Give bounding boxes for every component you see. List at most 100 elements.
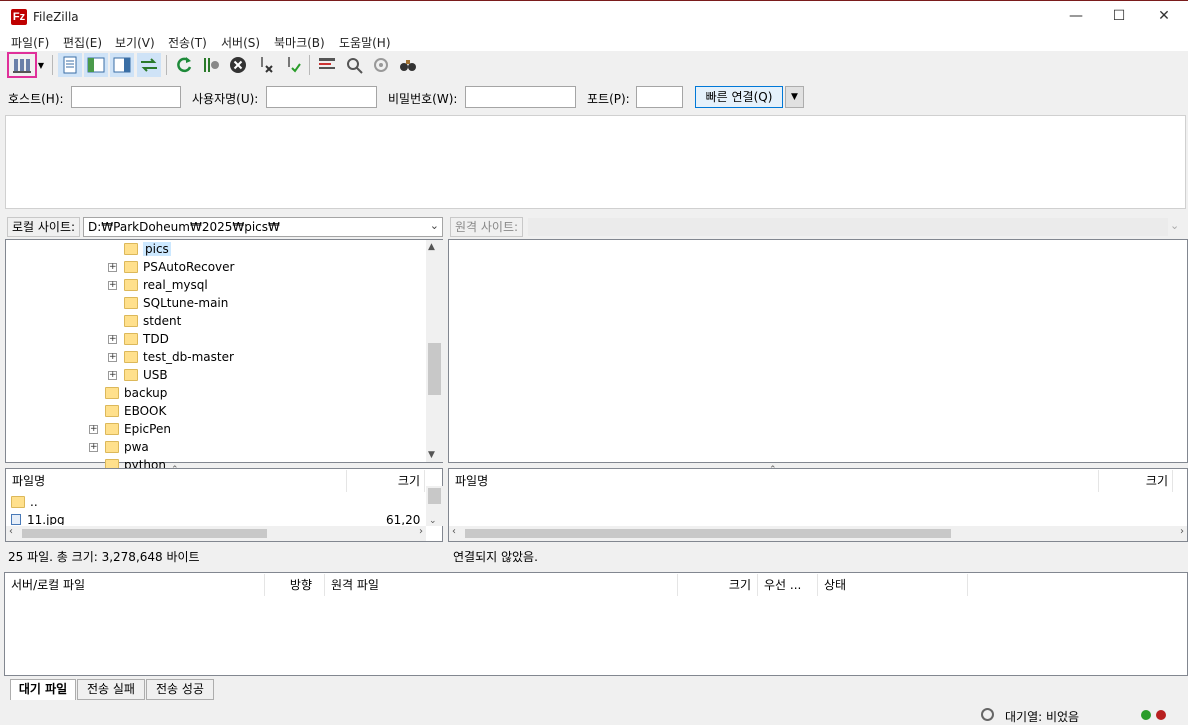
local-col-size[interactable]: 크기 — [347, 470, 425, 492]
queue-col-direction[interactable]: 방향 — [265, 574, 325, 596]
tree-item[interactable]: PSAutoRecover — [124, 258, 234, 276]
message-log[interactable] — [5, 115, 1186, 209]
maximize-button[interactable]: ☐ — [1096, 1, 1142, 32]
file-row[interactable]: 11.jpg 61,206 — [11, 513, 421, 525]
tree-item[interactable]: EBOOK — [105, 402, 166, 420]
disconnect-button[interactable] — [253, 53, 277, 77]
speed-limit-icon[interactable] — [981, 708, 994, 721]
menu-file[interactable]: 파일(F) — [11, 34, 49, 51]
transfer-queue[interactable]: 서버/로컬 파일 방향 원격 파일 크기 우선 ... 상태 — [4, 572, 1188, 676]
tree-item[interactable]: pwa — [105, 438, 149, 456]
file-list-vscrollbar[interactable]: ⌄ — [426, 486, 443, 526]
transfer-queue-icon — [141, 58, 157, 72]
file-row[interactable]: .. — [11, 495, 421, 513]
scroll-right-icon[interactable]: › — [1180, 526, 1184, 537]
remote-file-list[interactable]: ⌃ 파일명 크기 ‹ › — [448, 465, 1188, 542]
scroll-thumb[interactable] — [428, 488, 441, 504]
local-path-combobox[interactable]: D:₩ParkDoheum₩2025₩pics₩ ⌄ — [83, 217, 443, 237]
scroll-up-icon[interactable]: ▲ — [428, 242, 435, 252]
directory-filter-button[interactable] — [315, 53, 339, 77]
local-tree-scrollbar[interactable]: ▲ ▼ — [426, 240, 443, 462]
tree-item-label: SQLtune-main — [143, 296, 229, 310]
scroll-left-icon[interactable]: ‹ — [452, 526, 456, 537]
expand-icon[interactable]: + — [89, 443, 98, 452]
minimize-button[interactable]: — — [1053, 1, 1099, 32]
tab-queued-files[interactable]: 대기 파일 — [10, 679, 76, 700]
queue-col-status[interactable]: 상태 — [818, 574, 968, 596]
tree-item[interactable]: real_mysql — [124, 276, 208, 294]
site-manager-dropdown-icon[interactable]: ▼ — [35, 53, 47, 77]
scroll-down-icon[interactable]: ⌄ — [429, 516, 437, 526]
folder-icon — [124, 351, 138, 363]
tree-item[interactable]: TDD — [124, 330, 169, 348]
file-list-hscrollbar[interactable]: ‹ › — [6, 526, 426, 541]
toggle-remote-tree-button[interactable] — [110, 53, 134, 77]
refresh-button[interactable] — [172, 53, 196, 77]
menu-server[interactable]: 서버(S) — [221, 34, 260, 51]
toggle-queue-button[interactable] — [137, 53, 161, 77]
local-file-list[interactable]: ⌃ 파일명 크기 .. 11.jpg 61,206 ⌄ ‹ › — [5, 465, 443, 542]
tab-failed-transfers[interactable]: 전송 실패 — [77, 679, 145, 700]
expand-icon[interactable]: + — [108, 263, 117, 272]
menu-bookmarks[interactable]: 북마크(B) — [274, 34, 325, 51]
local-col-filename[interactable]: 파일명 — [6, 470, 347, 492]
queue-col-local[interactable]: 서버/로컬 파일 — [5, 574, 265, 596]
quickconnect-history-dropdown[interactable]: ▼ — [785, 86, 804, 108]
expand-icon[interactable]: + — [108, 335, 117, 344]
binoculars-icon — [400, 60, 416, 71]
tree-item[interactable]: backup — [105, 384, 167, 402]
port-input[interactable] — [636, 86, 683, 108]
queue-col-remote[interactable]: 원격 파일 — [325, 574, 678, 596]
scroll-right-icon[interactable]: › — [419, 526, 423, 537]
queue-col-size[interactable]: 크기 — [678, 574, 758, 596]
tree-item[interactable]: EpicPen — [105, 420, 171, 438]
remote-file-hscrollbar[interactable]: ‹ › — [449, 526, 1187, 541]
reconnect-button[interactable] — [280, 53, 304, 77]
close-button[interactable]: ✕ — [1141, 1, 1187, 32]
expand-icon[interactable]: + — [108, 371, 117, 380]
menu-edit[interactable]: 편집(E) — [63, 34, 102, 51]
expand-icon[interactable]: + — [108, 353, 117, 362]
remote-site-label: 원격 사이트: — [450, 217, 524, 237]
sync-browsing-button[interactable] — [369, 53, 393, 77]
expand-icon[interactable]: + — [89, 425, 98, 434]
remote-col-filename[interactable]: 파일명 — [449, 470, 1099, 492]
tree-item[interactable]: stdent — [124, 312, 181, 330]
send-led-icon — [1156, 710, 1166, 720]
message-log-icon — [63, 56, 77, 74]
username-input[interactable] — [266, 86, 377, 108]
toggle-local-tree-button[interactable] — [84, 53, 108, 77]
scroll-thumb[interactable] — [22, 529, 267, 538]
tree-item[interactable]: test_db-master — [124, 348, 234, 366]
site-manager-button[interactable] — [7, 52, 37, 78]
site-manager-icon — [13, 59, 31, 73]
remote-tree[interactable] — [448, 239, 1188, 463]
password-input[interactable] — [465, 86, 576, 108]
folder-icon — [124, 243, 138, 255]
cancel-icon — [230, 57, 246, 73]
scroll-down-icon[interactable]: ▼ — [428, 450, 435, 460]
host-input[interactable] — [71, 86, 181, 108]
local-tree[interactable]: pics PSAutoRecover + real_mysql + SQLtune-mai… — [5, 239, 443, 472]
remote-col-size[interactable]: 크기 — [1099, 470, 1173, 492]
chevron-down-icon[interactable]: ⌄ — [430, 219, 439, 232]
search-button[interactable] — [396, 53, 420, 77]
scroll-left-icon[interactable]: ‹ — [9, 526, 13, 537]
tree-item[interactable]: USB — [124, 366, 168, 384]
process-queue-icon — [204, 58, 219, 72]
tab-successful-transfers[interactable]: 전송 성공 — [146, 679, 214, 700]
menu-help[interactable]: 도움말(H) — [339, 34, 391, 51]
expand-icon[interactable]: + — [108, 281, 117, 290]
queue-col-priority[interactable]: 우선 ... — [758, 574, 818, 596]
scroll-thumb[interactable] — [428, 343, 441, 395]
tree-item[interactable]: pics — [124, 240, 171, 258]
tree-item[interactable]: SQLtune-main — [124, 294, 228, 312]
scroll-thumb[interactable] — [465, 529, 951, 538]
compare-directories-button[interactable] — [342, 53, 366, 77]
toggle-log-button[interactable] — [58, 53, 82, 77]
menu-view[interactable]: 보기(V) — [115, 34, 155, 51]
process-queue-button[interactable] — [199, 53, 223, 77]
menu-transfer[interactable]: 전송(T) — [168, 34, 207, 51]
quickconnect-button[interactable]: 빠른 연결(Q) — [695, 86, 783, 108]
cancel-operation-button[interactable] — [226, 53, 250, 77]
